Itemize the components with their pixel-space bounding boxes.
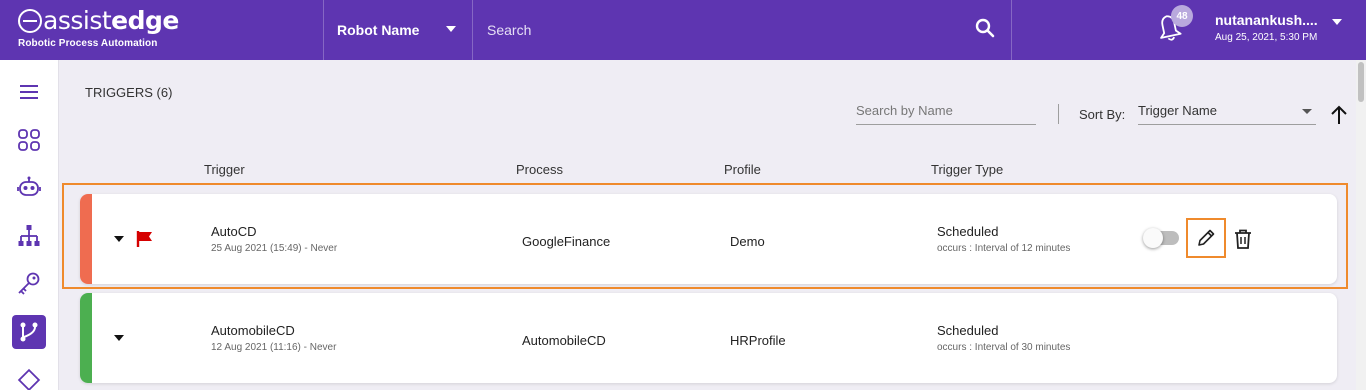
brand[interactable]: assist edge Robotic Process Automation [18, 8, 179, 49]
search-by-name-input[interactable]: Search by Name [856, 100, 1036, 125]
side-nav [0, 60, 59, 390]
search-by-name-placeholder: Search by Name [856, 103, 953, 118]
nav-robots[interactable] [12, 171, 46, 205]
search-placeholder: Search [487, 22, 532, 38]
chevron-down-icon [446, 26, 456, 32]
trigger-process: AutomobileCD [522, 333, 606, 348]
nav-hierarchy[interactable] [12, 219, 46, 253]
status-stripe [80, 293, 92, 383]
robot-icon [17, 176, 41, 196]
sort-by-select[interactable]: Trigger Name [1138, 100, 1316, 125]
robot-name-label: Robot Name [337, 22, 420, 38]
top-bar: assist edge Robotic Process Automation Ro… [0, 0, 1366, 60]
nav-dashboard[interactable] [12, 123, 46, 157]
user-datetime: Aug 25, 2021, 5:30 PM [1215, 32, 1318, 43]
trigger-type: Scheduled [937, 323, 999, 338]
sort-by-value: Trigger Name [1138, 103, 1217, 118]
scrollbar-thumb[interactable] [1358, 62, 1364, 102]
trigger-schedule: 12 Aug 2021 (11:16) - Never [211, 342, 337, 353]
dashboard-icon [18, 129, 40, 151]
search-icon[interactable] [973, 16, 997, 40]
key-icon [18, 272, 40, 295]
chip-icon [17, 368, 41, 390]
hierarchy-icon [18, 225, 40, 246]
sort-by-label: Sort By: [1079, 107, 1126, 122]
trigger-name: AutomobileCD [211, 323, 295, 338]
trigger-profile: HRProfile [730, 333, 786, 348]
page-title: TRIGGERS (6) [85, 85, 173, 100]
sort-ascending-icon[interactable] [1329, 104, 1349, 126]
global-search-input[interactable]: Search [473, 0, 1011, 60]
trigger-row[interactable]: AutomobileCD 12 Aug 2021 (11:16) - Never… [80, 293, 1337, 383]
expand-caret-icon[interactable] [114, 335, 124, 341]
column-header-profile[interactable]: Profile [724, 162, 761, 177]
menu-button[interactable] [12, 75, 46, 109]
nav-chip[interactable] [12, 363, 46, 390]
selection-highlight [62, 183, 1348, 289]
logo-mark-icon [18, 9, 42, 33]
menu-icon [20, 85, 38, 99]
column-header-trigger[interactable]: Trigger [204, 162, 245, 177]
chevron-down-icon [1302, 109, 1312, 114]
notification-badge: 48 [1171, 5, 1193, 27]
assistedge-logo: assist edge [18, 8, 179, 34]
chevron-down-icon[interactable] [1332, 19, 1342, 25]
trigger-interval: occurs : Interval of 30 minutes [937, 342, 1071, 353]
toolbar-divider [1058, 104, 1059, 124]
robot-name-select[interactable]: Robot Name [324, 0, 472, 60]
nav-triggers[interactable] [12, 315, 46, 349]
column-header-trigger-type[interactable]: Trigger Type [931, 162, 1003, 177]
scrollbar[interactable] [1356, 60, 1366, 390]
header-divider [1011, 0, 1012, 60]
brand-subtitle: Robotic Process Automation [18, 38, 158, 49]
triggers-icon [20, 322, 38, 342]
user-menu[interactable]: nutanankush.... Aug 25, 2021, 5:30 PM [1215, 12, 1318, 43]
user-name: nutanankush.... [1215, 12, 1318, 28]
nav-credentials[interactable] [12, 267, 46, 301]
column-header-process[interactable]: Process [516, 162, 563, 177]
